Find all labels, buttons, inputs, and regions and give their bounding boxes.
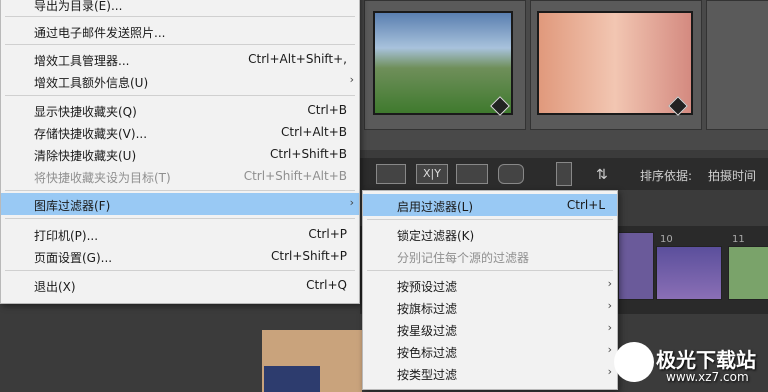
compare-view-icon[interactable]: X|Y: [416, 164, 448, 184]
menu-item-label: 打印机(P)...: [34, 229, 99, 243]
submenu-item-filter-by-flag[interactable]: 按旗标过滤 ›: [363, 296, 617, 318]
menu-item-shortcut: Ctrl+L: [566, 198, 605, 212]
menu-item-set-quick-collection-target: 将快捷收藏夹设为目标(T) Ctrl+Shift+Alt+B: [1, 165, 359, 187]
menu-item-shortcut: Ctrl+B: [307, 103, 347, 117]
filmstrip-thumb[interactable]: [728, 246, 768, 300]
submenu-item-lock-filters[interactable]: 锁定过滤器(K): [363, 223, 617, 245]
library-filters-submenu: 启用过滤器(L) Ctrl+L 锁定过滤器(K) 分别记住每个源的过滤器 按预设…: [362, 190, 618, 390]
menu-item-library-filters[interactable]: 图库过滤器(F) ›: [1, 193, 359, 215]
menu-item-label: 按星级过滤: [397, 324, 458, 338]
menu-item-shortcut: Ctrl+P: [308, 227, 347, 241]
menu-item-label: 增效工具额外信息(U): [34, 76, 149, 90]
menu-item-label: 分别记住每个源的过滤器: [397, 251, 530, 265]
library-toolbar: X|Y ⇅ 排序依据: 拍摄时间: [360, 158, 768, 190]
logo-icon: [614, 342, 654, 382]
menu-item-shortcut: Ctrl+Alt+Shift+,: [248, 52, 347, 66]
grid-cell-landscape[interactable]: [364, 0, 526, 130]
menu-separator: [5, 270, 355, 271]
landscape-thumbnail[interactable]: [373, 11, 513, 115]
chevron-right-icon: ›: [607, 343, 612, 356]
menu-item-shortcut: Ctrl+Shift+B: [270, 147, 347, 161]
menu-item-save-quick-collection[interactable]: 存储快捷收藏夹(V)... Ctrl+Alt+B: [1, 121, 359, 143]
menu-separator: [5, 218, 355, 219]
menu-item-label: 图库过滤器(F): [34, 199, 111, 213]
menu-item-label: 清除快捷收藏夹(U): [34, 149, 137, 163]
submenu-item-remember-per-source: 分别记住每个源的过滤器: [363, 245, 617, 267]
chevron-right-icon: ›: [607, 321, 612, 334]
chevron-right-icon: ›: [349, 73, 354, 86]
menu-item-label: 显示快捷收藏夹(Q): [34, 105, 137, 119]
menu-item-label: 按类型过滤: [397, 368, 458, 382]
menu-separator: [5, 95, 355, 96]
menu-separator: [367, 270, 613, 271]
photo-grid: [360, 0, 768, 150]
submenu-item-filter-by-preset[interactable]: 按预设过滤 ›: [363, 274, 617, 296]
portrait-thumbnail[interactable]: [537, 11, 693, 115]
chevron-right-icon: ›: [607, 277, 612, 290]
grid-cell-empty[interactable]: [706, 0, 768, 130]
menu-item-shortcut: Ctrl+Shift+P: [271, 249, 347, 263]
menu-item-page-setup[interactable]: 页面设置(G)... Ctrl+Shift+P: [1, 245, 359, 267]
watermark-url: www.xz7.com: [666, 370, 749, 384]
spray-icon[interactable]: [556, 162, 572, 186]
menu-separator: [5, 44, 355, 45]
menu-item-shortcut: Ctrl+Q: [306, 278, 347, 292]
menu-item-label: 退出(X): [34, 280, 76, 294]
menu-item-label: 将快捷收藏夹设为目标(T): [34, 171, 171, 185]
menu-item-label: 按色标过滤: [397, 346, 458, 360]
filmstrip-number: 10: [660, 234, 673, 245]
submenu-item-filter-by-rating[interactable]: 按星级过滤 ›: [363, 318, 617, 340]
menu-item-label: 按预设过滤: [397, 280, 458, 294]
menu-item-label: 增效工具管理器...: [34, 54, 130, 68]
submenu-item-filter-by-type[interactable]: 按类型过滤 ›: [363, 362, 617, 384]
menu-item-export-catalog[interactable]: 导出为目录(E)...: [1, 0, 359, 15]
menu-item-plugin-extras[interactable]: 增效工具额外信息(U) ›: [1, 70, 359, 92]
menu-item-shortcut: Ctrl+Alt+B: [281, 125, 347, 139]
menu-item-label: 导出为目录(E)...: [34, 0, 123, 13]
menu-item-label: 锁定过滤器(K): [397, 229, 475, 243]
submenu-item-filter-by-color-label[interactable]: 按色标过滤 ›: [363, 340, 617, 362]
chevron-right-icon: ›: [607, 299, 612, 312]
menu-item-clear-quick-collection[interactable]: 清除快捷收藏夹(U) Ctrl+Shift+B: [1, 143, 359, 165]
photo-banner: [264, 366, 320, 392]
grid-cell-portrait[interactable]: [530, 0, 702, 130]
menu-item-exit[interactable]: 退出(X) Ctrl+Q: [1, 274, 359, 296]
menu-item-label: 按旗标过滤: [397, 302, 458, 316]
menu-item-email-photos[interactable]: 通过电子邮件发送照片...: [1, 20, 359, 42]
menu-separator: [367, 219, 613, 220]
menu-separator: [5, 16, 355, 17]
menu-item-plugin-manager[interactable]: 增效工具管理器... Ctrl+Alt+Shift+,: [1, 48, 359, 70]
watermark-title: 极光下载站: [656, 348, 756, 372]
survey-view-icon[interactable]: [456, 164, 488, 184]
menu-item-printer[interactable]: 打印机(P)... Ctrl+P: [1, 223, 359, 245]
menu-item-show-quick-collection[interactable]: 显示快捷收藏夹(Q) Ctrl+B: [1, 99, 359, 121]
sort-direction-icon[interactable]: ⇅: [596, 167, 608, 183]
filmstrip-thumb[interactable]: [618, 232, 654, 300]
sort-label: 排序依据:: [640, 169, 693, 183]
preview-photo: [262, 330, 362, 392]
menu-item-label: 启用过滤器(L): [397, 200, 474, 214]
file-menu: 导出为目录(E)... 通过电子邮件发送照片... 增效工具管理器... Ctr…: [0, 0, 360, 304]
filmstrip-thumb[interactable]: [656, 246, 722, 300]
submenu-item-enable-filters[interactable]: 启用过滤器(L) Ctrl+L: [363, 194, 617, 216]
grid-view-icon[interactable]: [376, 164, 406, 184]
menu-item-label: 存储快捷收藏夹(V)...: [34, 127, 148, 141]
chevron-right-icon: ›: [349, 196, 354, 209]
site-watermark: 极光下载站 www.xz7.com: [614, 336, 768, 392]
menu-item-label: 页面设置(G)...: [34, 251, 113, 265]
menu-item-label: 通过电子邮件发送照片...: [34, 26, 166, 40]
filmstrip-number: 11: [732, 234, 745, 245]
sort-value-dropdown[interactable]: 拍摄时间: [708, 167, 756, 184]
chevron-right-icon: ›: [607, 365, 612, 378]
menu-separator: [5, 190, 355, 191]
menu-item-shortcut: Ctrl+Shift+Alt+B: [243, 169, 347, 183]
people-view-icon[interactable]: [498, 164, 524, 184]
